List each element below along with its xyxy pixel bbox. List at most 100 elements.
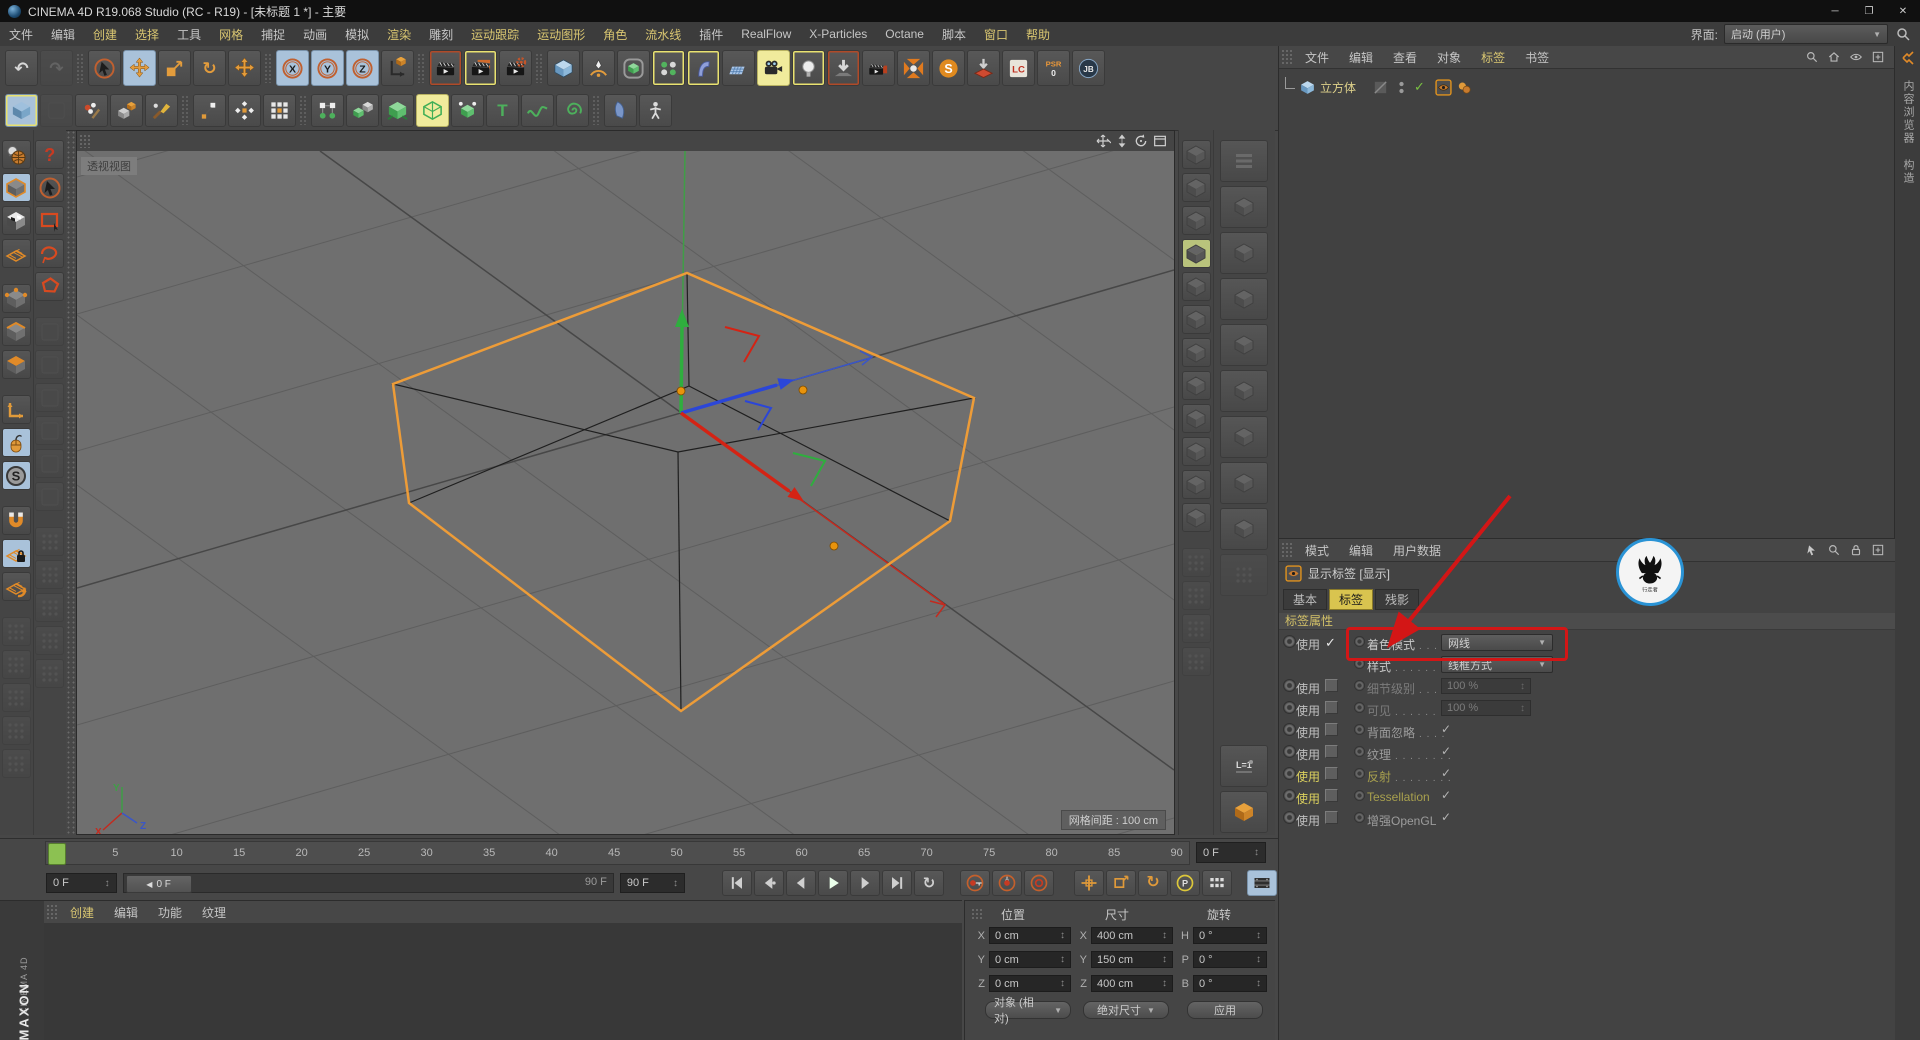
command-slot[interactable] — [1182, 404, 1211, 433]
visibility-spinner[interactable]: 100 %↕ — [1441, 700, 1531, 716]
help-button[interactable]: ? — [35, 140, 64, 169]
home-icon[interactable] — [1825, 49, 1843, 65]
command-slot[interactable] — [1220, 186, 1268, 228]
menu-item[interactable]: 创建 — [84, 26, 126, 43]
command-slot[interactable] — [1220, 140, 1268, 182]
command-slot[interactable] — [1182, 140, 1211, 169]
spline-spiral-tool[interactable] — [556, 94, 589, 127]
deformer-button[interactable] — [687, 50, 720, 86]
texture-mode[interactable] — [2, 206, 31, 235]
viewport-solo-mode[interactable] — [2, 428, 31, 457]
use-radio[interactable] — [1283, 723, 1296, 736]
scale-tool[interactable] — [158, 50, 191, 86]
polygons-mode[interactable] — [2, 350, 31, 379]
points-mode[interactable] — [2, 284, 31, 313]
command-slot[interactable] — [1220, 232, 1268, 274]
menu-item[interactable]: 渲染 — [378, 26, 420, 43]
tool-slot[interactable] — [35, 527, 64, 556]
command-slot[interactable] — [1182, 503, 1211, 532]
handles-tool[interactable] — [228, 94, 261, 127]
keyframe-selection-button[interactable] — [1024, 870, 1054, 896]
psr-zero-button[interactable]: PSR0 — [1037, 50, 1070, 86]
subdivision-surface-button[interactable] — [617, 50, 650, 86]
timeline-mode-button[interactable] — [1247, 870, 1277, 896]
object-manager-menu-item[interactable]: 编辑 — [1339, 49, 1383, 66]
cube-command[interactable] — [1220, 791, 1268, 833]
param-radio[interactable] — [1354, 702, 1365, 713]
model-globe-mode[interactable] — [2, 140, 31, 169]
cube-points-tool[interactable] — [451, 94, 484, 127]
position-z-field[interactable]: 0 cm↕ — [989, 975, 1071, 992]
menu-item[interactable]: 模拟 — [336, 26, 378, 43]
use-radio[interactable] — [1283, 811, 1296, 824]
command-slot[interactable] — [1182, 647, 1211, 676]
points-tool[interactable] — [193, 94, 226, 127]
size-x-field[interactable]: 400 cm↕ — [1091, 927, 1173, 944]
size-y-field[interactable]: 150 cm↕ — [1091, 951, 1173, 968]
polygon-points-tool[interactable] — [263, 94, 296, 127]
tab-basic[interactable]: 基本 — [1283, 589, 1327, 610]
tool-slot[interactable] — [35, 350, 64, 379]
record-keyframe-button[interactable] — [960, 870, 990, 896]
menu-item[interactable]: 工具 — [168, 26, 210, 43]
viewport-zoom-icon[interactable] — [1114, 134, 1130, 148]
param-radio[interactable] — [1354, 790, 1365, 801]
mograph-cloner-button[interactable] — [652, 50, 685, 86]
lock-icon[interactable] — [1847, 542, 1865, 558]
x-particles-button[interactable] — [897, 50, 930, 86]
material-menu-item[interactable]: 编辑 — [104, 904, 148, 921]
timeline-ruler[interactable]: 051015202530354045505560657075808590 0 F… — [0, 838, 1278, 867]
position-y-field[interactable]: 0 cm↕ — [989, 951, 1071, 968]
menu-item[interactable]: 雕刻 — [420, 26, 462, 43]
command-slot[interactable] — [1182, 548, 1211, 577]
palette-slot[interactable] — [2, 683, 31, 712]
panel-drag-handle[interactable] — [66, 130, 76, 835]
palette-slot[interactable] — [2, 650, 31, 679]
param-radio[interactable] — [1354, 768, 1365, 779]
object-name[interactable]: 立方体 — [1320, 79, 1356, 96]
workplane-rotate-toggle[interactable] — [2, 572, 31, 601]
history-button[interactable] — [40, 94, 73, 127]
menu-item[interactable]: 帮助 — [1017, 26, 1059, 43]
edges-mode[interactable] — [2, 317, 31, 346]
y-axis-lock-toggle[interactable]: Y — [311, 50, 344, 86]
tool-slot[interactable] — [35, 659, 64, 688]
use-radio[interactable] — [1283, 745, 1296, 758]
isoline-command[interactable]: L=1 — [1220, 745, 1268, 787]
command-slot[interactable] — [1182, 272, 1211, 301]
paint-brush-tool[interactable] — [145, 94, 178, 127]
menu-item[interactable]: 编辑 — [42, 26, 84, 43]
command-slot[interactable] — [1182, 206, 1211, 235]
loop-button[interactable]: ↻ — [914, 870, 944, 896]
filter-icon[interactable] — [1847, 49, 1865, 65]
model-mode[interactable] — [2, 173, 31, 202]
drop-to-floor-button[interactable] — [967, 50, 1000, 86]
apply-button[interactable]: 应用 — [1187, 1001, 1263, 1019]
sky-button[interactable] — [827, 50, 860, 86]
redo-button[interactable]: ↷ — [40, 50, 73, 86]
record-scale-toggle[interactable] — [1106, 870, 1136, 896]
simulation-mode[interactable]: S — [2, 461, 31, 490]
enable-axis-mode[interactable] — [2, 395, 31, 424]
menu-item[interactable]: 选择 — [126, 26, 168, 43]
palette-slot[interactable] — [2, 617, 31, 646]
viewport-scene[interactable]: Y X Z 透视视图 网格间距 : 100 cm — [77, 151, 1174, 834]
extrude-tool[interactable] — [381, 94, 414, 127]
phong-tag-icon[interactable] — [1456, 79, 1473, 96]
object-row-cube[interactable]: 立方体 ✓ — [1283, 76, 1475, 98]
tool-slot[interactable] — [35, 593, 64, 622]
lod-spinner[interactable]: 100 %↕ — [1441, 678, 1531, 694]
spline-pen-button[interactable] — [582, 50, 615, 86]
previous-key-button[interactable] — [754, 870, 784, 896]
rectangle-selection-tool[interactable] — [35, 206, 64, 235]
add-panel-icon[interactable] — [1869, 542, 1887, 558]
command-slot[interactable] — [1220, 324, 1268, 366]
enabled-check-icon[interactable]: ✓ — [1414, 79, 1431, 96]
use-radio[interactable] — [1283, 635, 1296, 648]
rotation-p-field[interactable]: 0 °↕ — [1193, 951, 1267, 968]
command-slot[interactable] — [1220, 278, 1268, 320]
interface-dropdown[interactable]: 启动 (用户)▼ — [1724, 24, 1888, 44]
material-menu-item[interactable]: 纹理 — [192, 904, 236, 921]
menu-item[interactable]: 窗口 — [975, 26, 1017, 43]
next-frame-button[interactable] — [850, 870, 880, 896]
